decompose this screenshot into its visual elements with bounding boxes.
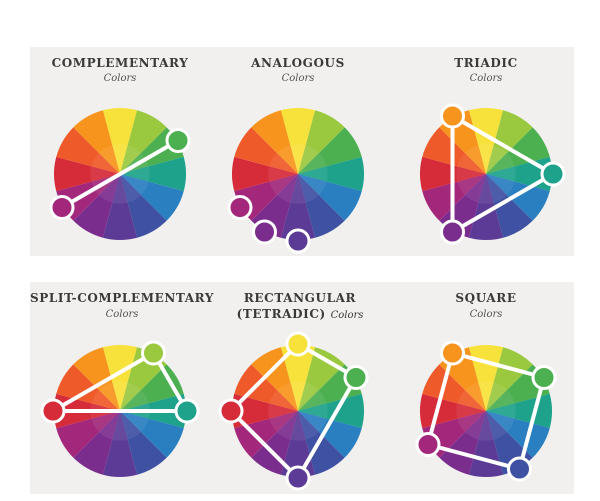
color-marker	[285, 228, 311, 254]
rectangular-wheel	[218, 331, 369, 491]
triadic-title: TRIADIC	[454, 56, 518, 70]
complementary-title: COMPLEMENTARY	[51, 56, 189, 70]
split-complementary-wheel	[40, 340, 200, 477]
square-title: SQUARE	[455, 291, 517, 305]
color-marker	[440, 219, 465, 245]
color-marker	[540, 161, 566, 187]
color-marker	[507, 456, 532, 482]
color-marker	[49, 195, 75, 220]
color-marker	[40, 398, 66, 424]
color-marker	[227, 195, 253, 220]
split-complementary-subtitle: Colors	[105, 309, 139, 320]
triadic-wheel	[420, 103, 566, 245]
color-marker	[252, 219, 277, 245]
analogous-title: ANALOGOUS	[251, 56, 345, 70]
rectangular-title: RECTANGULAR	[243, 291, 357, 305]
analogous-wheel	[227, 108, 364, 254]
color-marker	[218, 398, 244, 424]
rectangular-subtitle: Colors	[330, 310, 364, 321]
color-marker	[285, 465, 311, 491]
color-marker	[440, 103, 465, 129]
color-marker	[343, 365, 369, 390]
color-marker	[174, 398, 200, 424]
split-complementary-title: SPLIT-COMPLEMENTARY	[29, 291, 215, 305]
complementary-wheel	[49, 108, 191, 240]
color-marker	[141, 340, 166, 366]
color-marker	[165, 128, 191, 153]
color-marker	[440, 340, 465, 366]
color-marker	[285, 331, 311, 357]
square-wheel	[415, 340, 557, 482]
color-marker	[415, 432, 441, 457]
tetradic-label: (TETRADIC)	[236, 307, 326, 321]
square-subtitle: Colors	[469, 309, 503, 320]
color-marker	[531, 365, 557, 390]
